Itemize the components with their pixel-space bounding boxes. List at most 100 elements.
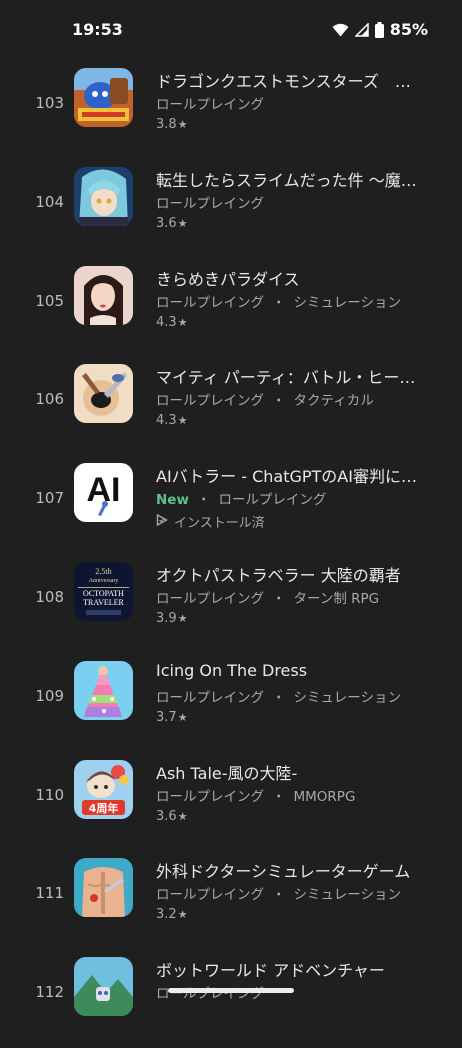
kirameki-paradise-icon[interactable] [74,265,133,325]
svg-text:4周年: 4周年 [89,801,119,815]
separator: ・ [272,689,286,706]
rank-number: 112 [35,983,64,1002]
battery-percentage: 85% [389,20,428,39]
tag-label: シミュレーション [293,887,401,904]
ai-battler-icon[interactable]: AI [74,463,133,523]
category-label: ロールプレイング [156,393,264,410]
rank-number: 109 [35,686,64,705]
rank-number: 105 [35,291,64,310]
app-rating: 3.9★ [156,611,188,626]
app-title: Icing On The Dress [156,660,308,680]
app-list-item[interactable]: 111 外科ドクターシミュレーターゲーム ロールプレイング・シミュレーション 3… [0,850,462,949]
app-rating: 3.2★ [156,907,188,922]
rating-value: 3.6 [156,808,177,824]
tag-label: タクティカル [293,393,374,410]
tensura-icon[interactable] [74,166,133,226]
rank-number: 110 [35,785,64,804]
rank-number: 111 [35,884,64,903]
star-icon: ★ [177,414,188,428]
category-label: ロールプレイング [156,689,264,706]
rating-value: 4.3 [156,314,177,330]
app-title: ボットワールド アドベンチャー [156,961,385,981]
svg-text:2.5th: 2.5th [95,567,111,576]
app-title: 外科ドクターシミュレーターゲーム [156,862,411,882]
app-rating: 4.3★ [156,315,188,330]
app-rating: 3.6★ [156,216,188,231]
app-category: New ・ロールプレイング [156,488,432,508]
app-title: AIバトラー - ChatGPTのAI審判に… [156,467,417,487]
rating-value: 3.2 [156,907,177,923]
new-badge: New [156,492,189,509]
tag-label: MMORPG [293,788,356,805]
rating-value: 3.9 [156,610,177,626]
app-ranking-list: 103 ドラゴンクエストモンスターズ … ロールプレイング 3.8★ 104 転… [0,60,462,1048]
app-category: ロールプレイング・ MMORPG [156,785,432,805]
star-icon: ★ [177,710,188,724]
app-list-item[interactable]: 112 ボットワールド アドベンチャー ロールプレイング [0,949,462,1048]
app-title: Ash Tale-風の大陸- [156,763,298,783]
separator: ・ [196,492,211,509]
app-category: ロールプレイング [156,93,432,113]
tag-label: ターン制 RPG [293,590,380,607]
install-status: インストール済 [156,512,265,531]
app-category: ロールプレイング・シミュレーション [156,686,432,706]
botworld-adventure-icon[interactable] [74,957,133,1017]
rating-value: 3.7 [156,709,177,725]
rating-value: 3.8 [156,117,177,132]
ash-tale-icon[interactable]: 4周年 [74,759,133,819]
app-title: 転生したらスライムだった件 〜魔… [156,170,417,190]
rank-number: 103 [35,94,64,112]
app-title: マイティ パーティ：バトル・ヒー… [156,368,416,388]
app-list-item[interactable]: 104 転生したらスライムだった件 〜魔… ロールプレイング 3.6★ [0,159,462,258]
surgery-doctor-icon[interactable] [74,858,133,918]
app-list-item[interactable]: 105 きらめきパラダイス ロールプレイング・シミュレーション 4.3★ [0,258,462,357]
category-label: ロールプレイング [156,294,264,311]
installed-icon [156,513,168,530]
star-icon: ★ [177,611,188,625]
status-icons: 85% [332,20,428,39]
rating-value: 3.6 [156,215,177,231]
app-category: ロールプレイング [156,192,432,212]
mighty-party-icon[interactable] [74,364,133,424]
installed-label: インストール済 [174,516,265,532]
star-icon: ★ [177,118,188,131]
app-list-item[interactable]: 106 マイティ パーティ：バトル・ヒー… ロールプレイング・タクティカル 4.… [0,356,462,455]
app-rating: 3.6★ [156,809,188,824]
icing-on-the-dress-icon[interactable] [74,660,133,720]
separator: ・ [272,887,286,904]
app-list-item[interactable]: 108 2.5th Anniversary OCTOPATH TRAVELER … [0,554,462,653]
category-label: ロールプレイング [218,492,327,509]
app-category: ロールプレイング・シミュレーション [156,883,432,903]
svg-text:TRAVELER: TRAVELER [83,598,124,607]
rank-number: 104 [35,192,64,211]
rank-number: 106 [35,390,64,409]
separator: ・ [272,393,286,410]
app-rating: 3.8★ [156,117,188,132]
gesture-navigation-bar[interactable] [168,988,294,993]
star-icon: ★ [177,809,188,823]
separator: ・ [272,788,286,805]
app-title: ドラゴンクエストモンスターズ … [156,72,411,91]
app-list-item[interactable]: 103 ドラゴンクエストモンスターズ … ロールプレイング 3.8★ [0,60,462,159]
rank-number: 107 [35,489,64,508]
app-title: オクトパストラベラー 大陸の覇者 [156,565,401,585]
app-category: ロールプレイング・ターン制 RPG [156,587,432,607]
status-bar: 19:53 85% [0,0,462,60]
octopath-traveler-icon[interactable]: 2.5th Anniversary OCTOPATH TRAVELER [74,561,133,621]
app-list-item[interactable]: 107 AI AIバトラー - ChatGPTのAI審判に… New ・ロールプレ… [0,455,462,554]
app-list-item[interactable]: 109 Icing On The Dress ロールプレイング・シミュレーション… [0,653,462,752]
svg-text:OCTOPATH: OCTOPATH [83,589,124,598]
app-category: ロールプレイング・タクティカル [156,389,432,409]
app-rating: 4.3★ [156,413,188,428]
clock: 19:53 [72,20,123,39]
app-title: きらめきパラダイス [156,269,300,289]
tag-label: シミュレーション [293,294,401,311]
rating-value: 4.3 [156,413,177,429]
category-label: ロールプレイング [156,590,264,607]
dragon-quest-monsters-icon[interactable] [74,68,133,127]
app-list-item[interactable]: 110 4周年 Ash Tale-風の大陸- ロールプレイング・ MMORPG 3… [0,752,462,851]
app-rating: 3.7★ [156,710,188,725]
star-icon: ★ [177,315,188,329]
cell-signal-icon [354,22,369,37]
star-icon: ★ [177,216,188,230]
